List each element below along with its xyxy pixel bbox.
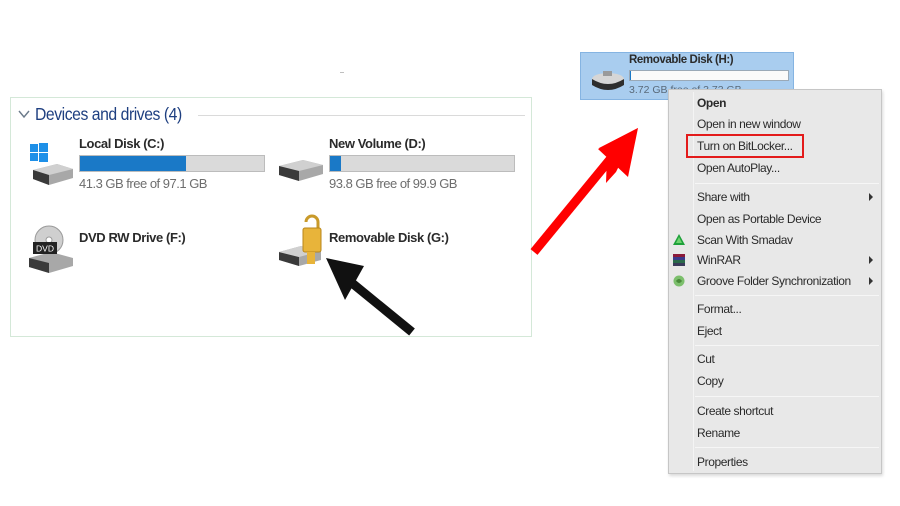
menu-separator [695,183,879,184]
drive-name: DVD RW Drive (F:) [79,230,186,245]
selected-drive-usage-bar [629,70,789,81]
menu-item-scan-with-smadav[interactable]: Scan With Smadav [669,230,881,250]
menu-item-label: Eject [697,324,722,338]
menu-item-label: Open [697,96,727,110]
dvd-drive-icon: DVD [29,225,73,273]
drive-item-d[interactable]: New Volume (D:) 93.8 GB free of 99.9 GB [277,136,537,192]
groove-icon [673,275,685,287]
menu-item-label: Cut [697,352,715,366]
chevron-down-icon[interactable] [17,107,31,121]
menu-item-label: Format... [697,302,742,316]
drive-free-space: 41.3 GB free of 97.1 GB [79,176,207,191]
menu-item-label: Open in new window [697,117,801,131]
drive-name: New Volume (D:) [329,136,426,151]
menu-item-open[interactable]: Open [669,93,881,113]
menu-item-open-in-new-window[interactable]: Open in new window [669,114,881,134]
menu-separator [695,396,879,397]
menu-separator [695,345,879,346]
menu-item-eject[interactable]: Eject [669,321,881,341]
menu-item-winrar[interactable]: WinRAR [669,250,881,270]
winrar-icon [673,254,685,266]
red-arrow-icon [530,128,638,255]
menu-item-label: Copy [697,374,724,388]
menu-item-copy[interactable]: Copy [669,371,881,391]
menu-item-label: WinRAR [697,253,741,267]
drive-name: Local Disk (C:) [79,136,165,151]
menu-item-cut[interactable]: Cut [669,349,881,369]
menu-item-label: Groove Folder Synchronization [697,274,851,288]
drive-usage-bar [79,155,265,172]
submenu-arrow-icon [869,277,873,285]
menu-item-properties[interactable]: Properties [669,452,881,472]
menu-item-open-as-portable-device[interactable]: Open as Portable Device [669,209,881,229]
drive-free-space: 93.8 GB free of 99.9 GB [329,176,457,191]
menu-item-label: Properties [697,455,748,469]
menu-item-label: Rename [697,426,740,440]
menu-item-label: Create shortcut [697,404,774,418]
bitlocker-highlight-box [686,134,804,158]
devices-and-drives-panel: Devices and drives (4) Local Disk (C:) 4… [10,97,532,337]
menu-item-label: Scan With Smadav [697,233,793,247]
menu-separator [695,295,879,296]
drive-item-f[interactable]: DVD DVD RW Drive (F:) [27,224,247,274]
hard-drive-icon [279,160,323,181]
drive-usage-bar [329,155,515,172]
windows-drive-icon [30,143,73,185]
group-title: Devices and drives (4) [35,103,182,124]
smadav-icon [673,234,685,245]
svg-text:DVD: DVD [36,244,54,254]
submenu-arrow-icon [869,256,873,264]
stray-mark [340,72,344,73]
menu-item-share-with[interactable]: Share with [669,187,881,207]
drive-usage-fill [330,156,342,171]
group-divider [198,115,525,116]
menu-item-open-autoplay[interactable]: Open AutoPlay... [669,158,881,178]
menu-separator [695,447,879,448]
menu-item-label: Share with [697,190,750,204]
menu-item-label: Open AutoPlay... [697,161,780,175]
locked-drive-icon [279,214,322,266]
menu-item-rename[interactable]: Rename [669,423,881,443]
group-header[interactable]: Devices and drives (4) [17,102,525,126]
drive-name: Removable Disk (G:) [329,230,449,245]
drive-item-c[interactable]: Local Disk (C:) 41.3 GB free of 97.1 GB [27,136,287,192]
selected-drive-name: Removable Disk (H:) [629,54,734,66]
menu-item-format[interactable]: Format... [669,299,881,319]
drive-usage-fill [80,156,186,171]
drive-item-g[interactable]: Removable Disk (G:) [277,210,497,270]
submenu-arrow-icon [869,193,873,201]
removable-drive-icon [592,71,624,90]
menu-item-groove-folder-sync[interactable]: Groove Folder Synchronization [669,271,881,291]
menu-item-create-shortcut[interactable]: Create shortcut [669,401,881,421]
menu-item-label: Open as Portable Device [697,212,822,226]
